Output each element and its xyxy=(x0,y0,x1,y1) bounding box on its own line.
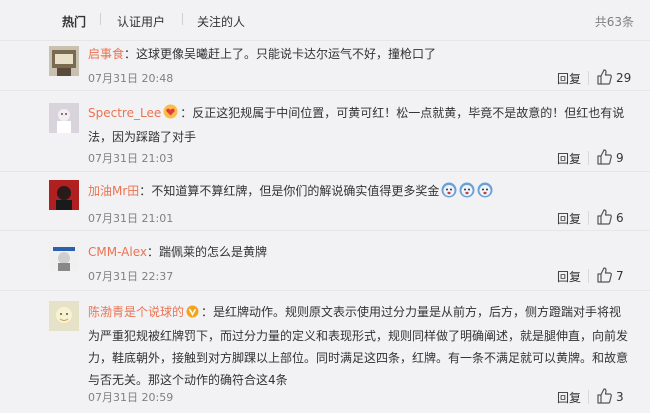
timestamp: 07月31日 22:37 xyxy=(88,270,174,283)
reply-button[interactable]: 回复 xyxy=(557,210,581,227)
thumbs-up-icon xyxy=(597,267,612,283)
avatar[interactable] xyxy=(49,46,79,76)
comment-item: CMM-Alex：踹佩莱的怎么是黄牌 07月31日 22:37 回复 7 xyxy=(0,231,650,291)
thumbs-up-icon xyxy=(597,149,612,165)
avatar[interactable] xyxy=(49,241,79,271)
comment-text: 踹佩莱的怎么是黄牌 xyxy=(158,245,267,259)
like-count: 9 xyxy=(616,151,624,165)
action-divider xyxy=(588,390,589,404)
comment-content: CMM-Alex：踹佩莱的怎么是黄牌 xyxy=(88,241,632,263)
separator: ： xyxy=(139,184,152,198)
comment-content: Spectre_Lee ：反正这犯规属于中间位置，可黄可红！松一点就黄，毕竟不是故… xyxy=(88,102,632,148)
timestamp: 07月31日 20:48 xyxy=(88,72,174,85)
tab-divider xyxy=(182,13,183,25)
reply-button[interactable]: 回复 xyxy=(557,389,581,406)
separator: ： xyxy=(180,106,193,120)
thumbs-up-icon xyxy=(597,69,612,85)
comment-text: 不知道算不算红牌，但是你们的解说确实值得更多奖金 xyxy=(151,184,440,198)
tab-divider xyxy=(100,13,101,25)
action-divider xyxy=(588,269,589,283)
timestamp: 07月31日 21:03 xyxy=(88,152,174,165)
comment-count: 共63条 xyxy=(594,15,634,29)
username[interactable]: 启事食 xyxy=(88,47,124,61)
orange-v-badge xyxy=(186,303,199,325)
tab-hot[interactable]: 热门 xyxy=(62,13,86,30)
like-button[interactable]: 9 xyxy=(596,149,624,165)
timestamp: 07月31日 21:01 xyxy=(88,212,174,225)
like-button[interactable]: 6 xyxy=(596,209,624,225)
comment-item: 加油Mr田：不知道算不算红牌，但是你们的解说确实值得更多奖金 07月31日 21… xyxy=(0,172,650,231)
comment-content: 启事食：这球更像吴曦赶上了。只能说卡达尔运气不好，撞枪口了 xyxy=(88,43,632,65)
like-button[interactable]: 7 xyxy=(596,267,624,283)
comment-text: 这球更像吴曦赶上了。只能说卡达尔运气不好，撞枪口了 xyxy=(136,47,437,61)
separator: ： xyxy=(201,305,214,319)
username[interactable]: 加油Mr田 xyxy=(88,184,139,198)
comment-content: 陈渤青是个说球的 ：是红牌动作。规则原文表示使用过分力量是从前方，后方，侧方蹬踹对… xyxy=(88,301,632,391)
avatar[interactable] xyxy=(49,103,79,133)
thumbs-up-icon xyxy=(597,388,612,404)
username[interactable]: 陈渤青是个说球的 xyxy=(88,305,184,319)
action-divider xyxy=(588,211,589,225)
comment-content: 加油Mr田：不知道算不算红牌，但是你们的解说确实值得更多奖金 xyxy=(88,180,632,202)
action-divider xyxy=(588,151,589,165)
username[interactable]: Spectre_Lee xyxy=(88,106,161,120)
like-count: 6 xyxy=(616,211,624,225)
comment-tabs: 热门 认证用户 关注的人 共63条 xyxy=(0,0,650,41)
reply-button[interactable]: 回复 xyxy=(557,268,581,285)
like-count: 7 xyxy=(616,269,624,283)
avatar[interactable] xyxy=(49,180,79,210)
reply-button[interactable]: 回复 xyxy=(557,70,581,87)
separator: ： xyxy=(146,245,159,259)
comment-item: 启事食：这球更像吴曦赶上了。只能说卡达尔运气不好，撞枪口了 07月31日 20:… xyxy=(0,40,650,91)
like-count: 29 xyxy=(616,71,632,85)
crying-face-icon xyxy=(459,182,475,198)
red-heart-badge xyxy=(163,104,178,126)
comment-item: 陈渤青是个说球的 ：是红牌动作。规则原文表示使用过分力量是从前方，后方，侧方蹬踹对… xyxy=(0,291,650,413)
action-divider xyxy=(588,71,589,85)
thumbs-up-icon xyxy=(597,209,612,225)
crying-face-icon xyxy=(477,182,493,198)
like-count: 3 xyxy=(616,390,624,404)
tab-verified-users[interactable]: 认证用户 xyxy=(117,13,165,30)
like-button[interactable]: 3 xyxy=(596,388,624,404)
crying-face-icon xyxy=(441,182,457,198)
username[interactable]: CMM-Alex xyxy=(88,245,147,259)
avatar[interactable] xyxy=(49,301,79,331)
reply-button[interactable]: 回复 xyxy=(557,150,581,167)
timestamp: 07月31日 20:59 xyxy=(88,391,174,404)
like-button[interactable]: 29 xyxy=(596,69,631,85)
tab-following[interactable]: 关注的人 xyxy=(197,13,245,30)
comment-item: Spectre_Lee ：反正这犯规属于中间位置，可黄可红！松一点就黄，毕竟不是故… xyxy=(0,91,650,172)
separator: ： xyxy=(124,47,137,61)
